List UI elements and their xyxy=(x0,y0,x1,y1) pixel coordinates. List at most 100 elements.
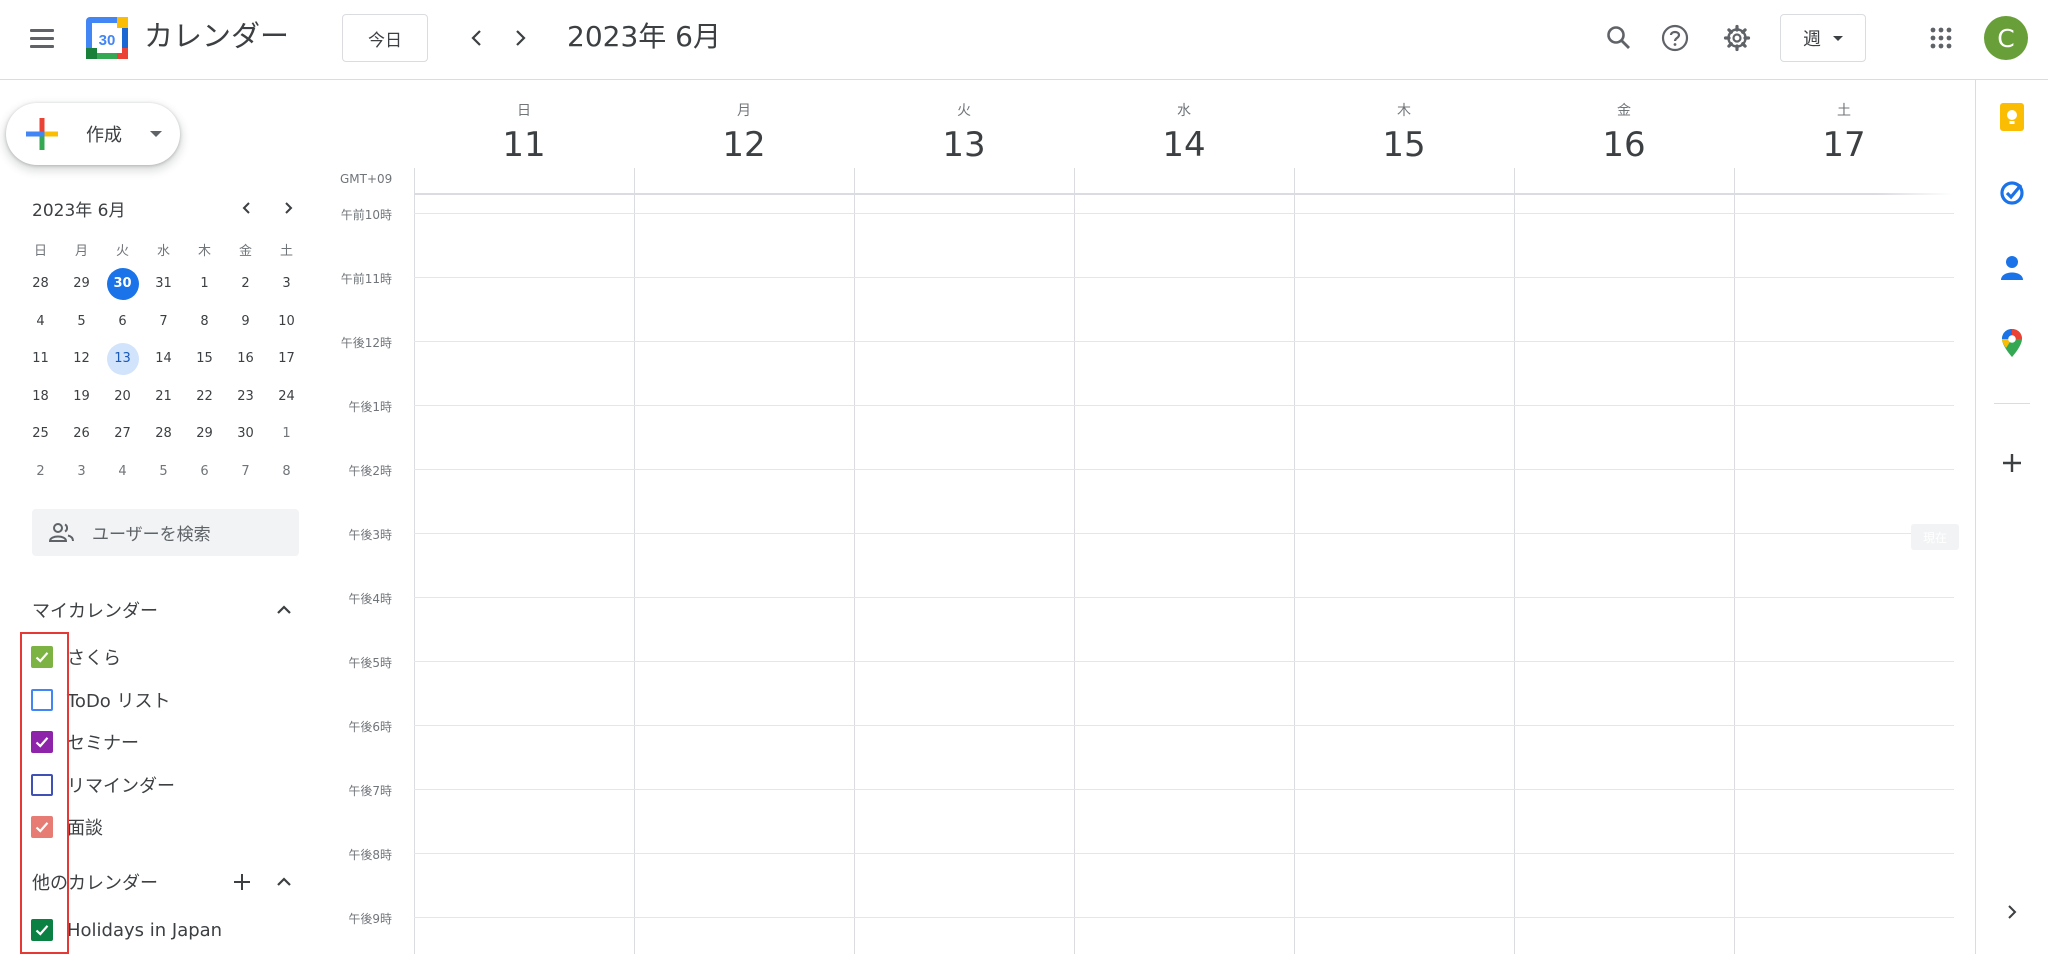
mini-day-number: 4 xyxy=(118,463,127,479)
mini-day[interactable]: 6 xyxy=(102,303,143,341)
calendar-logo[interactable]: 30 xyxy=(86,17,128,59)
mini-day[interactable]: 4 xyxy=(20,303,61,341)
mini-day[interactable]: 29 xyxy=(61,265,102,303)
show-side-panel-button[interactable] xyxy=(1994,894,2030,930)
mini-day[interactable]: 4 xyxy=(102,453,143,491)
mini-day-today[interactable]: 30 xyxy=(102,265,143,303)
mini-day[interactable]: 8 xyxy=(184,303,225,341)
mini-day-number: 18 xyxy=(32,388,49,404)
mini-day[interactable]: 31 xyxy=(143,265,184,303)
mini-day-number: 3 xyxy=(77,463,86,479)
mini-day[interactable]: 21 xyxy=(143,378,184,416)
day-of-week-label: 火 xyxy=(957,103,971,119)
day-number[interactable]: 16 xyxy=(1514,125,1734,165)
hour-gridline xyxy=(414,277,1954,278)
day-number[interactable]: 11 xyxy=(414,125,634,165)
mini-day[interactable]: 12 xyxy=(61,340,102,378)
mini-day[interactable]: 20 xyxy=(102,378,143,416)
hour-label: 午後3時 xyxy=(348,528,392,542)
mini-day-number: 5 xyxy=(77,313,86,329)
maps-button[interactable] xyxy=(1994,325,2030,361)
mini-day[interactable]: 2 xyxy=(225,265,266,303)
mini-day[interactable]: 23 xyxy=(225,378,266,416)
help-button[interactable] xyxy=(1654,17,1696,59)
mini-day[interactable]: 3 xyxy=(266,265,307,303)
previous-week-button[interactable] xyxy=(459,20,495,56)
tasks-button[interactable] xyxy=(1994,175,2030,211)
mini-day[interactable]: 8 xyxy=(266,453,307,491)
mini-day-number: 4 xyxy=(36,313,45,329)
mini-day[interactable]: 11 xyxy=(20,340,61,378)
view-switcher[interactable]: 週 xyxy=(1780,14,1866,62)
mini-day[interactable]: 28 xyxy=(143,415,184,453)
day-column-header[interactable]: 木 15 xyxy=(1294,100,1514,165)
mini-day[interactable]: 18 xyxy=(20,378,61,416)
mini-day[interactable]: 26 xyxy=(61,415,102,453)
mini-day[interactable]: 22 xyxy=(184,378,225,416)
calendar-item-label: ToDo リスト xyxy=(67,690,171,712)
hour-label: 午後6時 xyxy=(348,720,392,734)
day-of-week-label: 金 xyxy=(1617,103,1631,119)
mini-day[interactable]: 27 xyxy=(102,415,143,453)
settings-button[interactable] xyxy=(1716,17,1758,59)
mini-previous-month-button[interactable] xyxy=(233,194,261,222)
my-calendars-collapse-button[interactable] xyxy=(268,594,300,626)
mini-day[interactable]: 1 xyxy=(184,265,225,303)
day-column-divider xyxy=(1294,168,1295,954)
other-calendars-collapse-button[interactable] xyxy=(268,866,300,898)
contacts-button[interactable] xyxy=(1994,250,2030,286)
mini-day[interactable]: 16 xyxy=(225,340,266,378)
day-number[interactable]: 17 xyxy=(1734,125,1954,165)
day-number[interactable]: 12 xyxy=(634,125,854,165)
next-week-button[interactable] xyxy=(502,20,538,56)
mini-day[interactable]: 19 xyxy=(61,378,102,416)
mini-day[interactable]: 7 xyxy=(225,453,266,491)
mini-day-number: 11 xyxy=(32,351,49,367)
mini-day[interactable]: 1 xyxy=(266,415,307,453)
keep-button[interactable] xyxy=(1994,99,2030,135)
mini-day-number: 19 xyxy=(73,388,90,404)
mini-day[interactable]: 28 xyxy=(20,265,61,303)
people-search-input[interactable]: ユーザーを検索 xyxy=(32,509,299,556)
mini-day[interactable]: 9 xyxy=(225,303,266,341)
mini-day[interactable]: 24 xyxy=(266,378,307,416)
main-menu-button[interactable] xyxy=(22,18,62,58)
mini-day[interactable]: 14 xyxy=(143,340,184,378)
today-button[interactable]: 今日 xyxy=(342,14,428,62)
day-number[interactable]: 15 xyxy=(1294,125,1514,165)
account-avatar[interactable]: C xyxy=(1984,16,2028,60)
mini-day[interactable]: 5 xyxy=(143,453,184,491)
mini-day[interactable]: 7 xyxy=(143,303,184,341)
mini-day[interactable]: 5 xyxy=(61,303,102,341)
day-column-header[interactable]: 月 12 xyxy=(634,100,854,165)
mini-day[interactable]: 3 xyxy=(61,453,102,491)
my-calendars-title[interactable]: マイカレンダー xyxy=(32,597,158,623)
day-column-header[interactable]: 土 17 xyxy=(1734,100,1954,165)
mini-next-month-button[interactable] xyxy=(274,194,302,222)
hour-gridline xyxy=(414,341,1954,342)
mini-day[interactable]: 2 xyxy=(20,453,61,491)
day-number[interactable]: 13 xyxy=(854,125,1074,165)
day-column-divider xyxy=(414,168,415,954)
mini-day-selected[interactable]: 13 xyxy=(102,340,143,378)
mini-day-number: 22 xyxy=(196,388,213,404)
mini-day[interactable]: 17 xyxy=(266,340,307,378)
people-search-placeholder: ユーザーを検索 xyxy=(92,525,211,545)
day-column-header[interactable]: 水 14 xyxy=(1074,100,1294,165)
add-other-calendar-button[interactable] xyxy=(226,866,258,898)
day-column-header[interactable]: 金 16 xyxy=(1514,100,1734,165)
create-button[interactable]: 作成 xyxy=(6,103,180,165)
get-addons-button[interactable] xyxy=(1994,445,2030,481)
day-number[interactable]: 14 xyxy=(1074,125,1294,165)
mini-day[interactable]: 6 xyxy=(184,453,225,491)
mini-day[interactable]: 10 xyxy=(266,303,307,341)
mini-day[interactable]: 15 xyxy=(184,340,225,378)
day-column-header[interactable]: 火 13 xyxy=(854,100,1074,165)
mini-day[interactable]: 30 xyxy=(225,415,266,453)
search-button[interactable] xyxy=(1598,17,1640,59)
google-apps-button[interactable] xyxy=(1920,17,1962,59)
mini-day[interactable]: 25 xyxy=(20,415,61,453)
mini-day[interactable]: 29 xyxy=(184,415,225,453)
mini-day-number: 7 xyxy=(159,313,168,329)
day-column-header[interactable]: 日 11 xyxy=(414,100,634,165)
